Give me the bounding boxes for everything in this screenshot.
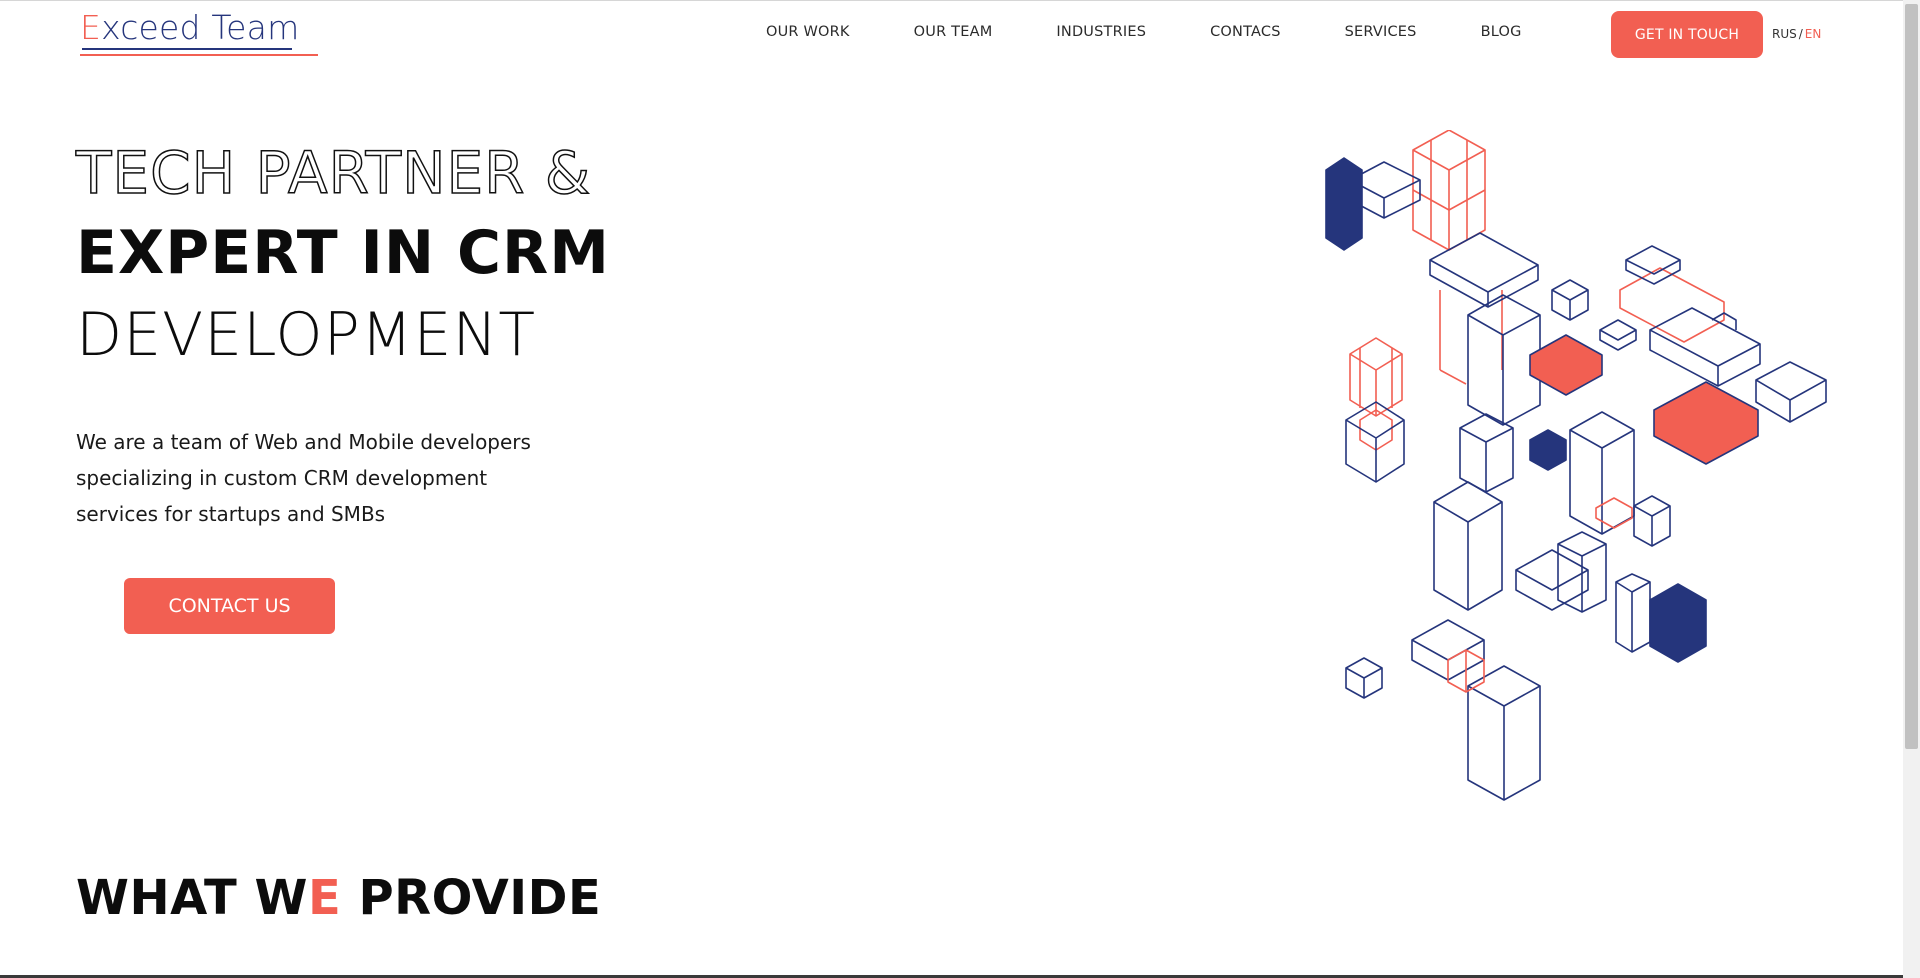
hero-title-line1: TECH PARTNER & xyxy=(75,138,592,208)
hero-description: We are a team of Web and Mobile develope… xyxy=(76,424,596,532)
logo-text: Exceed Team xyxy=(80,8,299,47)
hero-title-line3: DEVELOPMENT xyxy=(76,300,536,370)
hero-description-line: specializing in custom CRM development xyxy=(76,466,488,490)
section-title-part2: PROVIDE xyxy=(341,870,602,926)
nav-industries[interactable]: INDUSTRIES xyxy=(1056,24,1146,48)
site-header: Exceed Team OUR WORK OUR TEAM INDUSTRIES… xyxy=(0,0,1903,72)
lang-rus-link[interactable]: RUS xyxy=(1772,27,1797,41)
nav-blog[interactable]: BLOG xyxy=(1481,24,1522,48)
language-switcher: RUS / EN xyxy=(1772,27,1821,41)
nav-our-work[interactable]: OUR WORK xyxy=(766,24,850,48)
hero-title-line2: EXPERT IN CRM xyxy=(76,218,610,288)
nav-contacs[interactable]: CONTACS xyxy=(1210,24,1281,48)
section-title-what-we-provide: WHAT WE PROVIDE xyxy=(76,870,601,926)
section-title-accent: E xyxy=(307,870,342,926)
logo-rest: xceed Team xyxy=(101,8,300,47)
contact-us-button[interactable]: CONTACT US xyxy=(124,578,335,634)
lang-separator: / xyxy=(1798,27,1803,41)
scrollbar-thumb[interactable] xyxy=(1905,4,1918,749)
nav-services[interactable]: SERVICES xyxy=(1345,24,1417,48)
logo-first-letter: E xyxy=(80,8,102,47)
isometric-cubes-illustration xyxy=(1325,130,1827,801)
logo[interactable]: Exceed Team xyxy=(80,8,320,58)
get-in-touch-button[interactable]: GET IN TOUCH xyxy=(1611,11,1763,58)
hero-description-line: services for startups and SMBs xyxy=(76,502,386,526)
hero-description-line: We are a team of Web and Mobile develope… xyxy=(76,430,531,454)
logo-underline-red xyxy=(80,54,318,56)
lang-en-link[interactable]: EN xyxy=(1805,27,1822,41)
logo-underline-navy xyxy=(82,48,292,50)
nav-our-team[interactable]: OUR TEAM xyxy=(914,24,993,48)
section-title-part1: WHAT W xyxy=(76,870,308,926)
page-scrollbar[interactable] xyxy=(1903,0,1920,978)
main-nav: OUR WORK OUR TEAM INDUSTRIES CONTACS SER… xyxy=(766,24,1522,48)
